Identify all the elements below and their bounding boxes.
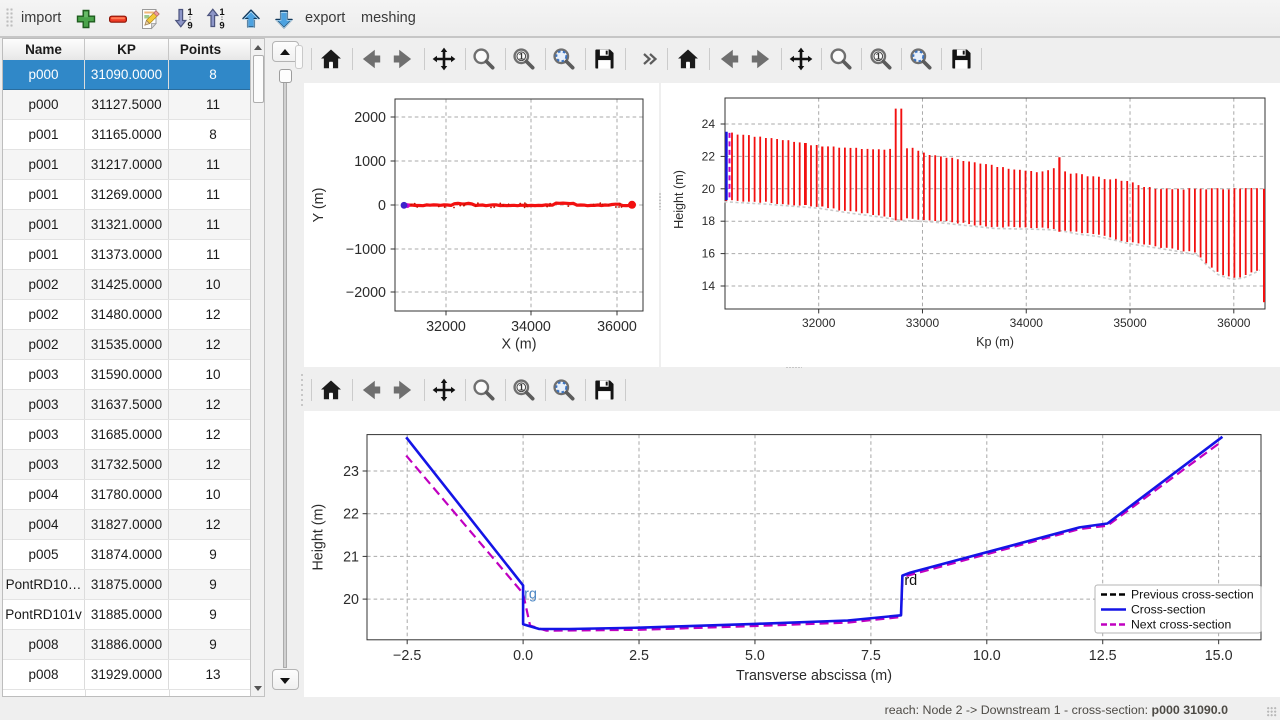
svg-text:34000: 34000 (1010, 316, 1044, 330)
svg-text:0: 0 (378, 198, 386, 214)
svg-text:0.0: 0.0 (513, 648, 533, 664)
svg-text:−1000: −1000 (346, 242, 386, 258)
svg-text:5.0: 5.0 (745, 648, 765, 664)
svg-text:22: 22 (702, 149, 716, 163)
svg-text:23: 23 (343, 464, 359, 480)
svg-text:20: 20 (702, 182, 716, 196)
svg-text:14: 14 (702, 279, 716, 293)
svg-text:Height (m): Height (m) (311, 504, 327, 571)
svg-text:2000: 2000 (354, 110, 386, 126)
svg-text:1: 1 (187, 7, 193, 18)
svg-text:Y (m): Y (m) (311, 188, 327, 223)
svg-text:9: 9 (187, 21, 192, 32)
svg-text:rd: rd (904, 573, 917, 589)
svg-text:36000: 36000 (1217, 316, 1251, 330)
svg-text:Previous cross-section: Previous cross-section (1131, 588, 1254, 602)
svg-text:15.0: 15.0 (1205, 648, 1233, 664)
svg-text:Cross-section: Cross-section (1131, 603, 1206, 617)
svg-text:Transverse abscissa (m): Transverse abscissa (m) (736, 668, 892, 684)
svg-text:1: 1 (519, 51, 524, 61)
svg-text:18: 18 (702, 214, 716, 228)
svg-text:24: 24 (702, 117, 716, 131)
svg-text:−2000: −2000 (346, 285, 386, 301)
svg-text:1: 1 (876, 51, 881, 61)
svg-text:10.0: 10.0 (973, 648, 1001, 664)
svg-text:12.5: 12.5 (1089, 648, 1117, 664)
svg-text:35000: 35000 (1113, 316, 1147, 330)
svg-text:7.5: 7.5 (861, 648, 881, 664)
svg-text:22: 22 (343, 507, 359, 523)
svg-text:20: 20 (343, 592, 359, 608)
svg-text:1: 1 (219, 7, 225, 18)
svg-text:33000: 33000 (906, 316, 940, 330)
svg-text:Height (m): Height (m) (672, 170, 686, 229)
svg-text:21: 21 (343, 549, 359, 565)
svg-text:2.5: 2.5 (629, 648, 649, 664)
svg-text:−2.5: −2.5 (393, 648, 421, 664)
svg-text:rg: rg (524, 586, 537, 602)
svg-text:Next cross-section: Next cross-section (1131, 618, 1231, 632)
svg-text:34000: 34000 (511, 319, 551, 335)
svg-text:36000: 36000 (597, 319, 637, 335)
svg-text:1000: 1000 (354, 154, 386, 170)
svg-text:16: 16 (702, 247, 716, 261)
svg-text:9: 9 (219, 21, 224, 32)
svg-text:32000: 32000 (802, 316, 836, 330)
svg-text:X (m): X (m) (502, 337, 537, 353)
svg-text:Kp (m): Kp (m) (976, 335, 1014, 349)
svg-text:1: 1 (519, 382, 524, 392)
svg-text:32000: 32000 (426, 319, 466, 335)
